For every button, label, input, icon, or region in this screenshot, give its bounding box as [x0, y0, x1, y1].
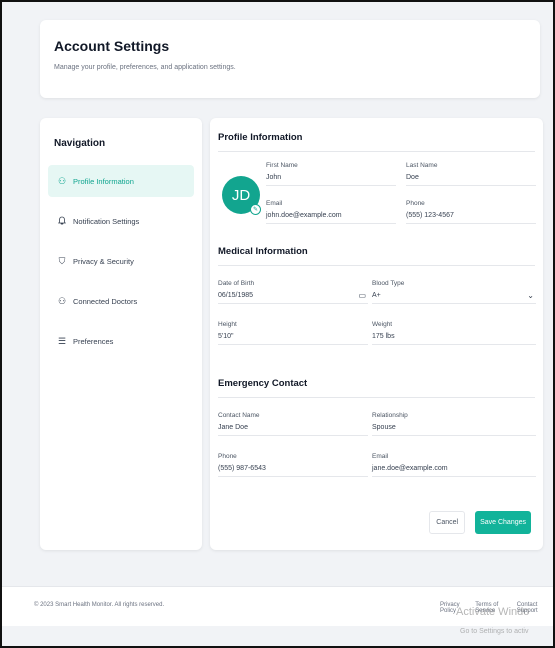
blood-type-field: Blood Type A+ ⌄: [372, 280, 536, 304]
email-field: Email john.doe@example.com: [266, 200, 396, 224]
emergency-phone-input[interactable]: (555) 987-6543: [218, 465, 368, 477]
blood-type-value: A+: [372, 292, 381, 299]
blood-type-label: Blood Type: [372, 280, 405, 287]
emergency-section: Contact Name Jane Doe Relationship Spous…: [218, 398, 536, 510]
dob-field: Date of Birth 06/15/1985 ▭: [218, 280, 368, 304]
phone-label: Phone: [406, 200, 425, 207]
first-name-field: First Name John: [266, 162, 396, 186]
nav-item-label: Connected Doctors: [73, 296, 138, 306]
height-label: Height: [218, 321, 237, 328]
nav-item-connected-doctors[interactable]: ⚇ Connected Doctors: [48, 285, 194, 317]
height-field: Height 5'10": [218, 321, 368, 345]
nav-item-preferences[interactable]: ☰ Preferences: [48, 325, 194, 357]
contact-name-label: Contact Name: [218, 412, 260, 419]
avatar[interactable]: JD ✎: [222, 176, 261, 215]
phone-input[interactable]: (555) 123-4567: [406, 212, 536, 224]
account-settings-header: Account Settings Manage your profile, pr…: [40, 20, 540, 98]
nav-item-label: Notification Settings: [73, 216, 140, 226]
first-name-input[interactable]: John: [266, 174, 396, 186]
dob-input[interactable]: 06/15/1985 ▭: [218, 291, 368, 304]
dob-label: Date of Birth: [218, 280, 255, 287]
users-icon: ⚇: [57, 295, 67, 306]
medical-section-title: Medical Information: [218, 246, 535, 266]
weight-field: Weight 175 lbs: [372, 321, 536, 345]
email-input[interactable]: john.doe@example.com: [266, 212, 396, 224]
phone-field: Phone (555) 123-4567: [406, 200, 536, 224]
last-name-label: Last Name: [406, 162, 438, 169]
navigation-title: Navigation: [54, 138, 106, 149]
form-actions: Cancel Save Changes: [429, 511, 531, 534]
weight-input[interactable]: 175 lbs: [372, 333, 536, 345]
weight-label: Weight: [372, 321, 393, 328]
contact-name-input[interactable]: Jane Doe: [218, 424, 368, 436]
avatar-initials: JD: [231, 186, 251, 204]
dob-value: 06/15/1985: [218, 292, 254, 299]
nav-item-label: Privacy & Security: [73, 256, 134, 266]
footer-copyright: © 2023 Smart Health Monitor. All rights …: [34, 602, 165, 608]
cancel-button[interactable]: Cancel: [429, 511, 466, 534]
nav-item-privacy-security[interactable]: ⛉ Privacy & Security: [48, 245, 194, 277]
emergency-phone-field: Phone (555) 987-6543: [218, 453, 368, 477]
nav-item-notification-settings[interactable]: Notification Settings: [48, 205, 194, 237]
page-subtitle: Manage your profile, preferences, and ap…: [54, 64, 236, 71]
profile-section: JD ✎ First Name John Last Name Doe Email…: [218, 162, 536, 242]
sliders-icon: ☰: [57, 335, 67, 346]
nav-item-label: Profile Information: [73, 176, 134, 186]
bell-icon: [56, 216, 68, 227]
activate-windows-hint: Go to Settings to activ: [460, 628, 529, 635]
navigation-panel: Navigation ⚇ Profile Information Notific…: [40, 118, 202, 550]
edit-avatar-icon[interactable]: ✎: [250, 204, 261, 215]
emergency-email-field: Email jane.doe@example.com: [372, 453, 536, 477]
relationship-field: Relationship Spouse: [372, 412, 536, 436]
emergency-phone-label: Phone: [218, 453, 237, 460]
chevron-down-icon: ⌄: [527, 291, 534, 300]
blood-type-select[interactable]: A+ ⌄: [372, 291, 536, 304]
email-label: Email: [266, 200, 283, 207]
medical-section: Date of Birth 06/15/1985 ▭ Blood Type A+…: [218, 266, 536, 378]
last-name-field: Last Name Doe: [406, 162, 536, 186]
save-changes-button[interactable]: Save Changes: [475, 511, 531, 534]
nav-item-profile-information[interactable]: ⚇ Profile Information: [48, 165, 194, 197]
emergency-email-label: Email: [372, 453, 389, 460]
shield-icon: ⛉: [58, 255, 66, 266]
activate-windows-watermark: Activate Windo: [456, 606, 530, 618]
nav-item-label: Preferences: [73, 336, 114, 346]
height-input[interactable]: 5'10": [218, 333, 368, 345]
calendar-icon[interactable]: ▭: [358, 291, 366, 300]
contact-name-field: Contact Name Jane Doe: [218, 412, 368, 436]
emergency-section-title: Emergency Contact: [218, 378, 535, 398]
user-icon: ⚇: [57, 175, 67, 186]
settings-form-panel: Profile Information JD ✎ First Name John…: [210, 118, 543, 550]
relationship-label: Relationship: [372, 412, 408, 419]
first-name-label: First Name: [266, 162, 298, 169]
last-name-input[interactable]: Doe: [406, 174, 536, 186]
page-title: Account Settings: [54, 38, 170, 54]
profile-section-title: Profile Information: [218, 132, 535, 152]
relationship-input[interactable]: Spouse: [372, 424, 536, 436]
emergency-email-input[interactable]: jane.doe@example.com: [372, 465, 536, 477]
